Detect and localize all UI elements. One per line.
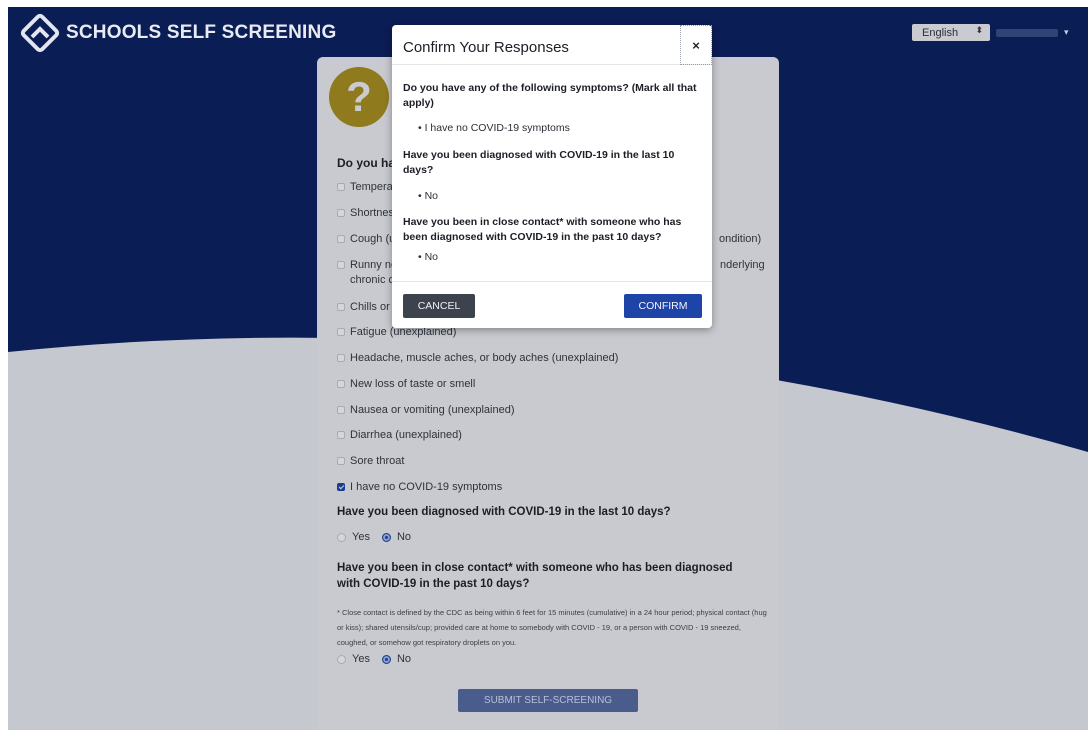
- language-value: English: [922, 26, 959, 39]
- close-icon[interactable]: ×: [680, 25, 712, 65]
- symptom-option[interactable]: Runny no chronic c: [337, 258, 397, 288]
- close-contact-question: Have you been in close contact* with som…: [337, 562, 733, 590]
- symptom-label: Temperat: [350, 181, 396, 193]
- radio-label: No: [396, 653, 412, 665]
- dialog-question: Do you have any of the following symptom…: [403, 82, 697, 109]
- symptom-option[interactable]: Temperat: [337, 180, 396, 195]
- language-select[interactable]: English ⬍: [912, 24, 990, 41]
- symptom-label: Cough (u: [350, 233, 396, 245]
- symptom-option[interactable]: New loss of taste or smell: [337, 377, 475, 392]
- radio-label: No: [396, 531, 412, 543]
- symptom-label-fragment: ondition): [719, 233, 762, 245]
- diagnosed-question: Have you been diagnosed with COVID-19 in…: [337, 506, 671, 518]
- cancel-button[interactable]: CANCEL: [403, 294, 475, 318]
- answer-text: No: [424, 251, 439, 263]
- symptom-label: I have no COVID-19 symptoms: [350, 481, 503, 493]
- symptom-label: Sore throat: [350, 455, 405, 467]
- symptom-option[interactable]: Sore throat: [337, 454, 404, 469]
- checkbox-checked[interactable]: [337, 483, 345, 491]
- symptom-label-line2: chronic c: [350, 274, 395, 286]
- symptom-option[interactable]: Headache, muscle aches, or body aches (u…: [337, 351, 618, 366]
- symptom-label: Chills or: [350, 301, 390, 313]
- dialog-answer: • No: [418, 251, 439, 263]
- header-controls: English ⬍ ▾: [912, 24, 1069, 41]
- dialog-header: Confirm Your Responses ×: [392, 25, 712, 65]
- checkbox[interactable]: [337, 183, 345, 191]
- symptom-option[interactable]: Chills or: [337, 300, 390, 315]
- confirm-dialog: Confirm Your Responses × Do you have any…: [392, 25, 712, 328]
- diagnosed-radio-group: Yes No: [337, 531, 411, 543]
- dialog-question: Have you been diagnosed with COVID-19 in…: [403, 149, 675, 176]
- checkbox[interactable]: [337, 209, 345, 217]
- checkbox[interactable]: [337, 406, 345, 414]
- dialog-title: Confirm Your Responses: [403, 39, 569, 56]
- app-title: SCHOOLS SELF SCREENING: [66, 22, 337, 43]
- logo-icon: [20, 13, 60, 53]
- checkbox[interactable]: [337, 457, 345, 465]
- diagnosed-no-radio[interactable]: [381, 532, 391, 542]
- symptom-label: New loss of taste or smell: [350, 378, 476, 390]
- checkbox[interactable]: [337, 354, 345, 362]
- checkbox[interactable]: [337, 303, 345, 311]
- contact-yes-radio[interactable]: [337, 654, 346, 664]
- diagnosed-yes-radio[interactable]: [337, 532, 346, 542]
- checkbox[interactable]: [337, 261, 345, 269]
- radio-label: Yes: [352, 531, 370, 543]
- user-menu[interactable]: [996, 28, 1058, 37]
- dialog-question: Have you been in close contact* with som…: [403, 216, 682, 243]
- symptom-label-fragment: nderlying: [720, 259, 765, 271]
- confirm-button[interactable]: CONFIRM: [624, 294, 702, 318]
- symptom-label: Shortnes: [350, 207, 395, 219]
- answer-text: I have no COVID-19 symptoms: [424, 122, 570, 134]
- symptom-option[interactable]: Cough (u: [337, 232, 395, 247]
- caret-down-icon[interactable]: ▾: [1064, 27, 1069, 38]
- symptom-option[interactable]: Diarrhea (unexplained): [337, 428, 462, 443]
- symptom-label: Runny no chronic c: [350, 258, 397, 288]
- dialog-answer: • I have no COVID-19 symptoms: [418, 122, 570, 134]
- app-logo[interactable]: SCHOOLS SELF SCREENING: [20, 13, 336, 53]
- symptom-label: Diarrhea (unexplained): [350, 429, 462, 441]
- symptom-label: Headache, muscle aches, or body aches (u…: [350, 352, 619, 364]
- answer-text: No: [424, 190, 439, 202]
- checkbox[interactable]: [337, 380, 345, 388]
- symptom-option[interactable]: Nausea or vomiting (unexplained): [337, 403, 514, 418]
- question-badge-icon: ?: [329, 67, 389, 127]
- select-arrows-icon: ⬍: [975, 25, 983, 35]
- dialog-answer: • No: [418, 190, 439, 202]
- close-contact-radio-group: Yes No: [337, 653, 411, 665]
- symptom-option[interactable]: Shortnes: [337, 206, 394, 221]
- checkbox[interactable]: [337, 328, 345, 336]
- submit-button[interactable]: SUBMIT SELF-SCREENING: [458, 689, 638, 712]
- contact-no-radio[interactable]: [381, 654, 391, 664]
- symptom-label: Nausea or vomiting (unexplained): [350, 404, 515, 416]
- radio-label: Yes: [352, 653, 370, 665]
- close-contact-note: * Close contact is defined by the CDC as…: [337, 608, 767, 647]
- checkbox[interactable]: [337, 431, 345, 439]
- dialog-footer: CANCEL CONFIRM: [392, 281, 712, 328]
- checkbox[interactable]: [337, 235, 345, 243]
- symptom-label-line1: Runny no: [350, 259, 398, 271]
- page-backdrop: SCHOOLS SELF SCREENING English ⬍ ▾ ? Do …: [8, 7, 1088, 730]
- symptom-option-no-symptoms[interactable]: I have no COVID-19 symptoms: [337, 480, 502, 495]
